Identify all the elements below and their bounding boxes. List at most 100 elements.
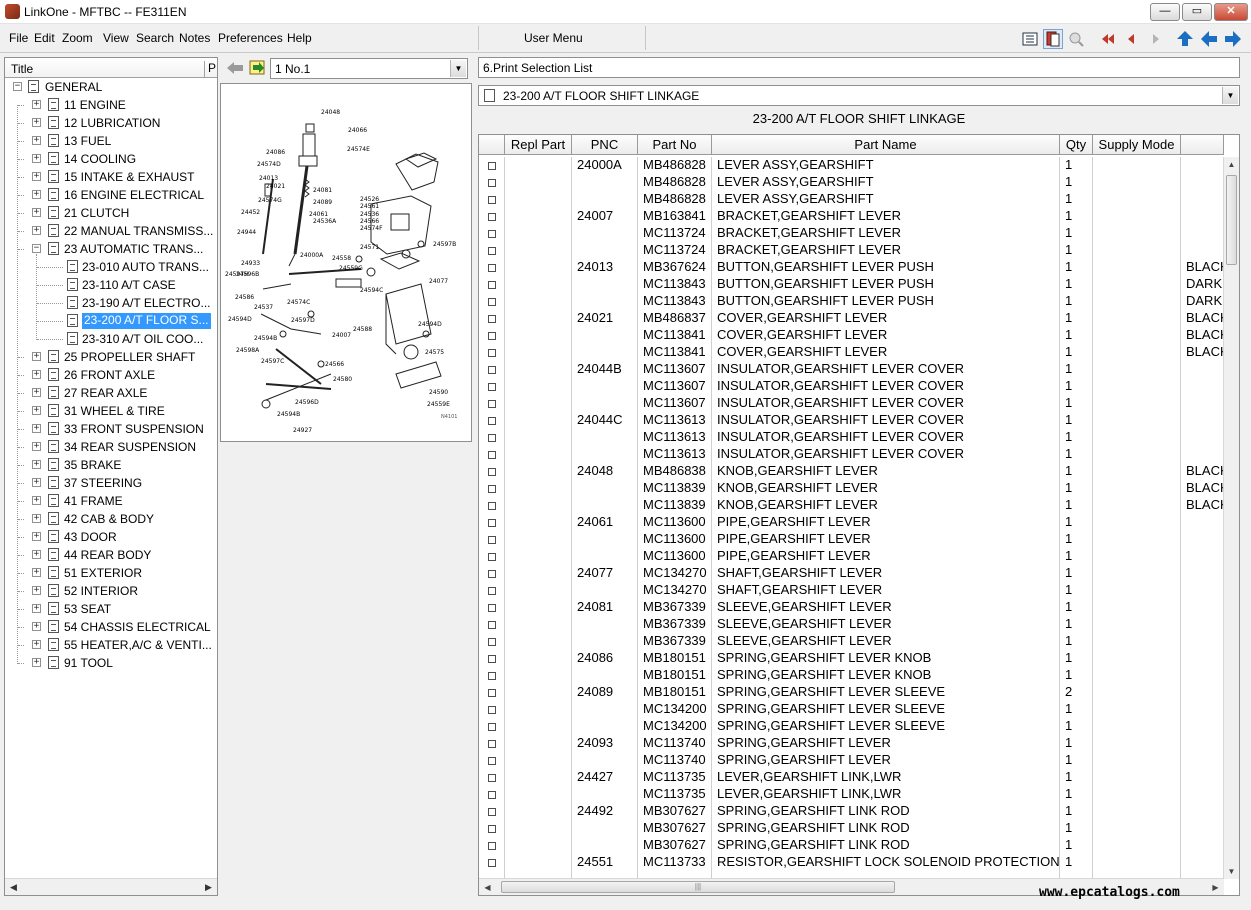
diagram-callout[interactable]: 24537 [254,304,273,311]
row-checkbox[interactable] [488,553,496,561]
chevron-down-icon[interactable]: ▼ [450,60,466,77]
diagram-callout[interactable]: 24944 [237,229,256,236]
expand-icon[interactable]: + [32,514,41,523]
table-row[interactable]: MB486828 LEVER ASSY,GEARSHIFT 1 [479,174,1224,191]
print-selection-list[interactable]: 6.Print Selection List [478,57,1240,78]
diagram-callout[interactable]: 24089 [313,199,332,206]
table-row[interactable]: MC113607 INSULATOR,GEARSHIFT LEVER COVER 1 [479,395,1224,412]
table-vertical-scrollbar[interactable]: ▲ ▼ [1223,157,1239,879]
diagram-callout[interactable]: 24597C [261,358,284,365]
tree-item[interactable]: +44 REAR BODY [5,546,217,564]
tree-item[interactable]: +55 HEATER,A/C & VENTI... [5,636,217,654]
tree-item[interactable]: +22 MANUAL TRANSMISS... [5,222,217,240]
diagram-callout[interactable]: 24000A [300,252,324,259]
tree-item[interactable]: − 23 AUTOMATIC TRANS... [5,240,217,258]
table-row[interactable]: MC113613 INSULATOR,GEARSHIFT LEVER COVER 1 [479,446,1224,463]
chevron-down-icon[interactable]: ▼ [1222,87,1238,104]
group-select[interactable]: 23-200 A/T FLOOR SHIFT LINKAGE ▼ [478,85,1240,106]
row-checkbox[interactable] [488,689,496,697]
diagram-callout[interactable]: 24574F [360,225,383,232]
tree-item[interactable]: +16 ENGINE ELECTRICAL [5,186,217,204]
row-checkbox[interactable] [488,638,496,646]
table-row[interactable]: MB307627 SPRING,GEARSHIFT LINK ROD 1 [479,820,1224,837]
diagram-callout[interactable]: 24594D [228,316,252,323]
collapse-icon[interactable]: − [13,82,22,91]
tree-item[interactable]: 23-190 A/T ELECTRO... [5,294,217,312]
row-checkbox[interactable] [488,451,496,459]
scroll-up-icon[interactable]: ▲ [1224,157,1239,172]
menu-notes[interactable]: Notes [179,31,210,45]
table-row[interactable]: 24000A MB486828 LEVER ASSY,GEARSHIFT 1 [479,157,1224,174]
diagram-callout[interactable]: 24566 [360,218,379,225]
pnc-column-header[interactable]: PNC [572,135,638,155]
tree-item[interactable]: +43 DOOR [5,528,217,546]
menu-search[interactable]: Search [136,31,174,45]
row-checkbox[interactable] [488,383,496,391]
row-checkbox[interactable] [488,264,496,272]
table-row[interactable]: 24021 MB486837 COVER,GEARSHIFT LEVER 1 BLACK [479,310,1224,327]
table-row[interactable]: 24492 MB307627 SPRING,GEARSHIFT LINK ROD 1 [479,803,1224,820]
expand-icon[interactable]: + [32,640,41,649]
row-checkbox[interactable] [488,536,496,544]
table-row[interactable]: MC113841 COVER,GEARSHIFT LEVER 1 BLACK [479,344,1224,361]
tree-item[interactable]: +33 FRONT SUSPENSION [5,420,217,438]
tree-item[interactable]: +41 FRAME [5,492,217,510]
scroll-thumb[interactable] [1226,175,1237,265]
diagram-callout[interactable]: 24597H [225,271,249,278]
menu-file[interactable]: File [9,31,28,45]
expand-icon[interactable]: + [32,190,41,199]
diagram-callout[interactable]: 24575 [425,349,444,356]
table-row[interactable]: MC113735 LEVER,GEARSHIFT LINK,LWR 1 [479,786,1224,803]
maximize-button[interactable]: ▭ [1182,3,1212,21]
row-checkbox[interactable] [488,434,496,442]
select-column-header[interactable] [479,135,505,155]
user-menu[interactable]: User Menu [524,31,583,45]
expand-icon[interactable]: + [32,172,41,181]
back-icon[interactable] [1199,29,1219,49]
diagram-sheet-select[interactable]: 1 No.1 ▼ [270,58,468,79]
tree-item[interactable]: +11 ENGINE [5,96,217,114]
table-row[interactable]: MC113841 COVER,GEARSHIFT LEVER 1 BLACK [479,327,1224,344]
diagram-callout[interactable]: 24561 [360,203,379,210]
row-checkbox[interactable] [488,502,496,510]
diagram-callout[interactable]: 24594B [254,335,277,342]
expand-icon[interactable]: + [32,154,41,163]
expand-icon[interactable]: + [32,550,41,559]
diagram-callout[interactable]: 24590 [429,389,448,396]
tree-item[interactable]: +15 INTAKE & EXHAUST [5,168,217,186]
diagram-callout[interactable]: 24061 [309,211,328,218]
list-view-icon[interactable] [1020,29,1040,49]
diagram-callout[interactable]: 24594B [277,411,300,418]
row-checkbox[interactable] [488,587,496,595]
tree-item[interactable]: +34 REAR SUSPENSION [5,438,217,456]
scroll-down-icon[interactable]: ▼ [1224,864,1239,879]
diagram-callout[interactable]: 24559G [339,265,363,272]
tree-item[interactable]: +54 CHASSIS ELECTRICAL [5,618,217,636]
table-row[interactable]: MC113724 BRACKET,GEARSHIFT LEVER 1 [479,225,1224,242]
row-checkbox[interactable] [488,162,496,170]
tree-item[interactable]: +51 EXTERIOR [5,564,217,582]
part-no-column-header[interactable]: Part No [638,135,712,155]
expand-icon[interactable]: + [32,118,41,127]
table-row[interactable]: MB307627 SPRING,GEARSHIFT LINK ROD 1 [479,837,1224,854]
table-row[interactable]: MC134270 SHAFT,GEARSHIFT LEVER 1 [479,582,1224,599]
diagram-callout[interactable]: 24574G [258,197,282,204]
table-row[interactable]: 24044C MC113613 INSULATOR,GEARSHIFT LEVER … [479,412,1224,429]
expand-icon[interactable]: + [32,442,41,451]
row-checkbox[interactable] [488,621,496,629]
table-row[interactable]: 24086 MB180151 SPRING,GEARSHIFT LEVER KNOB… [479,650,1224,667]
table-row[interactable]: MC134200 SPRING,GEARSHIFT LEVER SLEEVE 1 [479,718,1224,735]
table-row[interactable]: 24007 MB163841 BRACKET,GEARSHIFT LEVER 1 [479,208,1224,225]
tree-item[interactable]: +26 FRONT AXLE [5,366,217,384]
diagram-callout[interactable]: 24933 [241,260,260,267]
row-checkbox[interactable] [488,468,496,476]
diagram-callout[interactable]: 24574E [347,146,370,153]
tree-item[interactable]: +31 WHEEL & TIRE [5,402,217,420]
tree-item[interactable]: +53 SEAT [5,600,217,618]
diagram-callout[interactable]: 24598A [236,347,260,354]
row-checkbox[interactable] [488,672,496,680]
table-row[interactable]: MC113600 PIPE,GEARSHIFT LEVER 1 [479,548,1224,565]
scroll-right-icon[interactable]: ▶ [201,880,216,895]
tree-header-p[interactable]: P [204,61,218,77]
diagram-callout[interactable]: 24081 [313,187,332,194]
